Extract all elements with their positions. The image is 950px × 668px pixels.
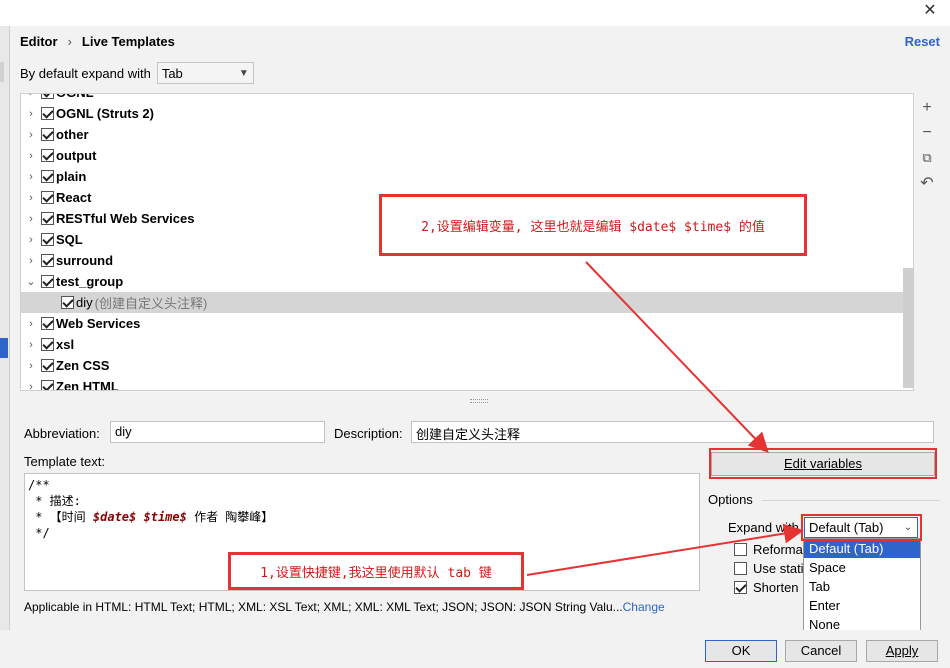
arrow-to-edit-variables xyxy=(585,261,769,453)
annotation-arrows xyxy=(526,261,804,576)
arrow-to-expand-with xyxy=(526,523,804,576)
